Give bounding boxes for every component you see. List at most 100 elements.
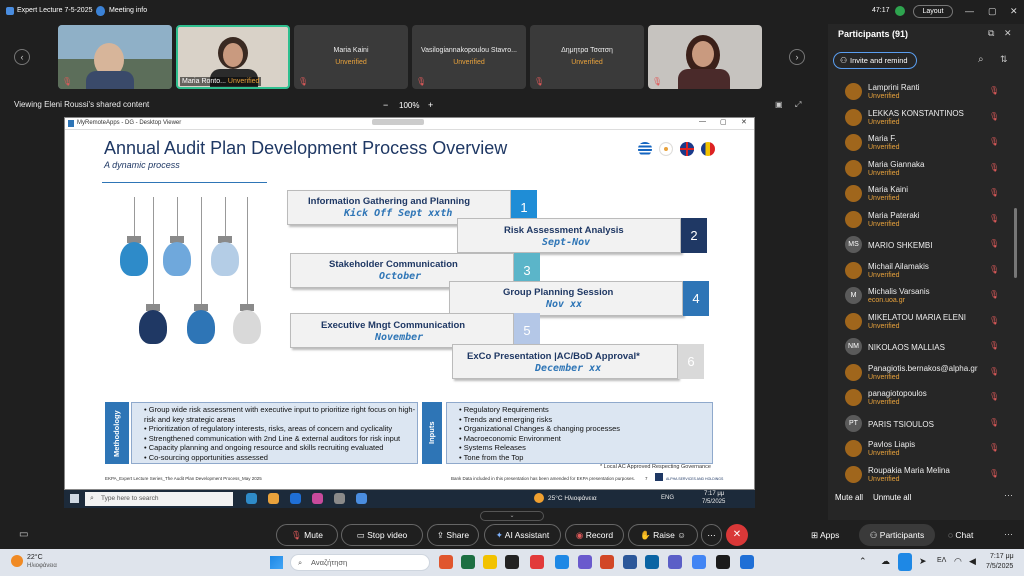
outlook-icon[interactable] <box>645 555 659 569</box>
sort-icon[interactable]: ⇅ <box>1000 54 1008 65</box>
participant-row[interactable]: MIKELATOU MARIA ELENI Unverified 🎙 <box>828 310 1024 335</box>
invite-button[interactable]: ⚇ Invite and remind <box>833 52 917 69</box>
mic-muted-icon[interactable]: 🎙 <box>989 239 999 248</box>
mic-tray-icon[interactable] <box>898 553 912 571</box>
viewer-toolbar-handle[interactable] <box>372 119 424 125</box>
gallery-next-button[interactable]: › <box>789 49 805 65</box>
mic-muted-icon[interactable]: 🎙 <box>989 188 999 197</box>
mic-muted-icon[interactable]: 🎙 <box>989 316 999 325</box>
video-tile-5[interactable]: Δημητρα Τσατση Unverified 🎙 <box>530 25 644 89</box>
tray-chevron-icon[interactable]: ⌃ <box>859 556 867 567</box>
participant-list[interactable]: Lamprini Ranti Unverified 🎙 LEKKAS KONSTANT… <box>828 80 1024 484</box>
participant-row[interactable]: MS MARIO SHKEMBI 🎙 <box>828 233 1024 258</box>
mic-muted-icon[interactable]: 🎙 <box>989 214 999 223</box>
video-tile-3[interactable]: Maria Kaini Unverified 🎙 <box>294 25 408 89</box>
app-icon[interactable] <box>716 555 730 569</box>
app-icon[interactable] <box>505 555 519 569</box>
mic-muted-icon[interactable]: 🎙 <box>989 367 999 376</box>
share-button[interactable]: ⇪ Share <box>427 524 479 546</box>
mic-muted-icon[interactable]: 🎙 <box>989 86 999 95</box>
viewer-maximize-icon[interactable]: ▢ <box>720 118 727 126</box>
volume-icon[interactable]: ◀ <box>969 556 976 567</box>
participant-row[interactable]: Pavlos Liapis Unverified 🎙 <box>828 437 1024 462</box>
mute-button[interactable]: 🎙 Mute <box>276 524 338 546</box>
participant-row[interactable]: panagiotopoulos Unverified 🎙 <box>828 386 1024 411</box>
chrome-icon[interactable] <box>692 555 706 569</box>
mic-muted-icon[interactable]: 🎙 <box>989 112 999 121</box>
stop-video-button[interactable]: ▭ Stop video <box>341 524 423 546</box>
more-options-icon[interactable]: ⋯ <box>1004 490 1013 501</box>
participant-row[interactable]: Maria Giannaka Unverified 🎙 <box>828 157 1024 182</box>
video-tile-4[interactable]: Vasilogiannakopoulou Stavro... Unverifie… <box>412 25 526 89</box>
edge-icon[interactable] <box>555 555 569 569</box>
close-window-icon[interactable]: ✕ <box>1010 6 1018 17</box>
annotate-icon[interactable]: ▣ <box>775 100 783 109</box>
video-tile-1[interactable]: 🎙 <box>58 25 172 89</box>
participant-row[interactable]: PT PARIS TSIOULOS 🎙 <box>828 412 1024 437</box>
remote-mail-icon[interactable] <box>290 493 301 504</box>
viewer-close-icon[interactable]: ✕ <box>741 118 747 126</box>
meeting-info-link[interactable]: Meeting info <box>109 7 147 14</box>
caption-icon[interactable]: ▭ <box>19 529 28 540</box>
remote-search-box[interactable]: ⌕ Type here to search <box>85 492 233 506</box>
mic-muted-icon[interactable]: 🎙 <box>989 137 999 146</box>
participant-row[interactable]: Roupakia Maria Melina Unverified 🎙 <box>828 463 1024 485</box>
language-indicator[interactable]: ΕΛ <box>937 557 946 564</box>
more-icon[interactable]: ⋯ <box>1004 529 1013 540</box>
shared-content-viewer[interactable]: MyRemoteApps - DG - Desktop Viewer — ▢ ✕… <box>64 117 755 490</box>
cloud-icon[interactable]: ☁ <box>881 556 890 567</box>
remote-folder-icon[interactable] <box>268 493 279 504</box>
popout-icon[interactable]: ⧉ <box>988 28 994 39</box>
unmute-all-button[interactable]: Unmute all <box>873 493 911 502</box>
close-panel-icon[interactable]: ✕ <box>1004 28 1012 39</box>
collapse-controls-handle[interactable]: ⌄ <box>480 511 544 521</box>
participant-row[interactable]: Maria Pateraki Unverified 🎙 <box>828 208 1024 233</box>
participant-row[interactable]: Maria F. Unverified 🎙 <box>828 131 1024 156</box>
remote-teams-icon[interactable] <box>312 493 323 504</box>
video-tile-6[interactable]: 🎙 <box>648 25 762 89</box>
zoom-out-button[interactable]: − <box>383 100 388 110</box>
wifi-icon[interactable]: ◠ <box>954 556 962 567</box>
remote-start-icon[interactable] <box>70 494 79 503</box>
apps-button[interactable]: ⊞ Apps <box>811 530 839 541</box>
panel-scrollbar[interactable] <box>1014 208 1017 278</box>
powerpoint-icon[interactable] <box>600 555 614 569</box>
video-tile-2[interactable]: Maria Ronto... Unverified <box>176 25 290 89</box>
clock-date[interactable]: 7/5/2025 <box>986 563 1013 570</box>
app-icon[interactable] <box>578 555 592 569</box>
mic-muted-icon[interactable]: 🎙 <box>989 290 999 299</box>
search-icon[interactable]: ⌕ <box>978 54 984 65</box>
webex-icon[interactable] <box>740 555 754 569</box>
record-button[interactable]: ◉ Record <box>565 524 624 546</box>
zoom-in-button[interactable]: + <box>428 100 433 110</box>
clock-time[interactable]: 7:17 μμ <box>990 553 1014 560</box>
mic-muted-icon[interactable]: 🎙 <box>989 392 999 401</box>
mic-muted-icon[interactable]: 🎙 <box>989 163 999 172</box>
participant-row[interactable]: Panagiotis.bernakos@alpha.gr Unverified 🎙 <box>828 361 1024 386</box>
send-icon[interactable]: ➤ <box>919 556 927 567</box>
files-icon[interactable] <box>483 555 497 569</box>
gallery-prev-button[interactable]: ‹ <box>14 49 30 65</box>
more-controls-button[interactable]: ⋯ <box>701 524 722 546</box>
expand-icon[interactable]: ⤢ <box>795 100 801 110</box>
participant-row[interactable]: Michail Ailamakis Unverified 🎙 <box>828 259 1024 284</box>
mic-muted-icon[interactable]: 🎙 <box>989 418 999 427</box>
remote-app-icon[interactable] <box>246 493 257 504</box>
viewer-minimize-icon[interactable]: — <box>699 118 706 125</box>
participant-row[interactable]: Lamprini Ranti Unverified 🎙 <box>828 80 1024 105</box>
teams-icon[interactable] <box>668 555 682 569</box>
firefox-icon[interactable] <box>439 555 453 569</box>
participants-button[interactable]: ⚇ Participants <box>859 524 935 546</box>
participant-row[interactable]: NM NIKOLAOS MALLIAS 🎙 <box>828 335 1024 360</box>
remote-viewer-icon[interactable] <box>356 493 367 504</box>
mic-muted-icon[interactable]: 🎙 <box>989 265 999 274</box>
mic-muted-icon[interactable]: 🎙 <box>989 469 999 478</box>
minimize-icon[interactable]: — <box>965 6 974 16</box>
mute-all-button[interactable]: Mute all <box>835 493 863 502</box>
maximize-icon[interactable]: ▢ <box>988 6 997 17</box>
windows-start-icon[interactable] <box>270 556 283 569</box>
layout-button[interactable]: Layout <box>913 5 953 18</box>
participant-row[interactable]: LEKKAS KONSTANTINOS Unverified 🎙 <box>828 106 1024 131</box>
raise-button[interactable]: ✋ Raise ☺ <box>628 524 698 546</box>
participant-row[interactable]: Maria Kaini Unverified 🎙 <box>828 182 1024 207</box>
